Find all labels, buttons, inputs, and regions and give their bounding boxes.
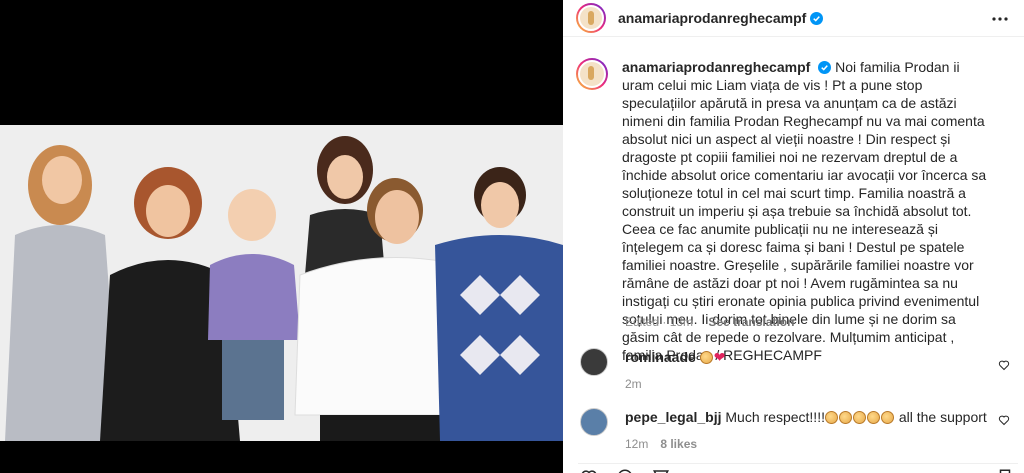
caption-username[interactable]: anamariaprodanreghecampf	[622, 59, 810, 75]
see-translation-button[interactable]: See translation	[708, 315, 794, 329]
clap-emoji-icon	[699, 351, 713, 364]
post-action-bar	[578, 463, 1018, 473]
commenter-username[interactable]: pepe_legal_bjj	[625, 409, 721, 425]
commenter-username[interactable]: rominaade	[625, 349, 696, 365]
author-username[interactable]: anamariaprodanreghecampf	[618, 10, 806, 26]
comment-time: 12m	[625, 437, 649, 451]
red-heart-emoji-icon: ❤	[713, 349, 726, 365]
comment-item: rominaade ❤ 2m	[580, 348, 1020, 393]
clap-emoji-icon	[824, 411, 838, 424]
post-header: anamariaprodanreghecampf	[563, 0, 1024, 37]
commenter-avatar[interactable]	[580, 408, 608, 436]
comment-body: pepe_legal_bjj Much respect!!!! all the …	[625, 408, 987, 453]
like-comment-heart-icon[interactable]	[998, 359, 1010, 371]
comment-meta: 12m 8 likes	[625, 435, 987, 453]
verified-badge-icon	[810, 11, 824, 25]
comment-icon[interactable]	[616, 468, 634, 473]
family-photo-illustration	[0, 125, 563, 441]
post-side-panel: anamariaprodanreghecampf anamariaprodanr…	[563, 0, 1024, 473]
commenter-avatar[interactable]	[580, 348, 608, 376]
caption-author-avatar[interactable]	[576, 58, 608, 90]
comment-text-after: all the support	[894, 409, 987, 425]
post-photo	[0, 125, 563, 441]
comment-text: Much respect!!!!	[725, 409, 825, 425]
like-comment-heart-icon[interactable]	[998, 414, 1010, 426]
verified-badge-icon	[818, 61, 832, 74]
comment-body: rominaade ❤ 2m	[625, 348, 725, 393]
author-avatar[interactable]	[576, 3, 606, 33]
bookmark-icon[interactable]	[996, 468, 1014, 473]
comment-time: 2m	[625, 377, 642, 391]
clap-emoji-icon	[852, 411, 866, 424]
comment-likes[interactable]: 8 likes	[660, 437, 697, 451]
share-icon[interactable]	[652, 468, 670, 473]
more-options-icon[interactable]	[990, 9, 1010, 29]
comment-meta: 2m	[625, 375, 725, 393]
post-media[interactable]	[0, 0, 563, 473]
comment-item: pepe_legal_bjj Much respect!!!! all the …	[580, 408, 1020, 453]
heart-icon[interactable]	[580, 468, 598, 473]
edited-label: Edited	[625, 315, 660, 329]
caption-meta: Edited · 13m See translation	[625, 315, 795, 329]
clap-emoji-icon	[866, 411, 880, 424]
clap-emoji-icon	[880, 411, 894, 424]
clap-emoji-icon	[838, 411, 852, 424]
caption-time: 13m	[669, 315, 694, 329]
